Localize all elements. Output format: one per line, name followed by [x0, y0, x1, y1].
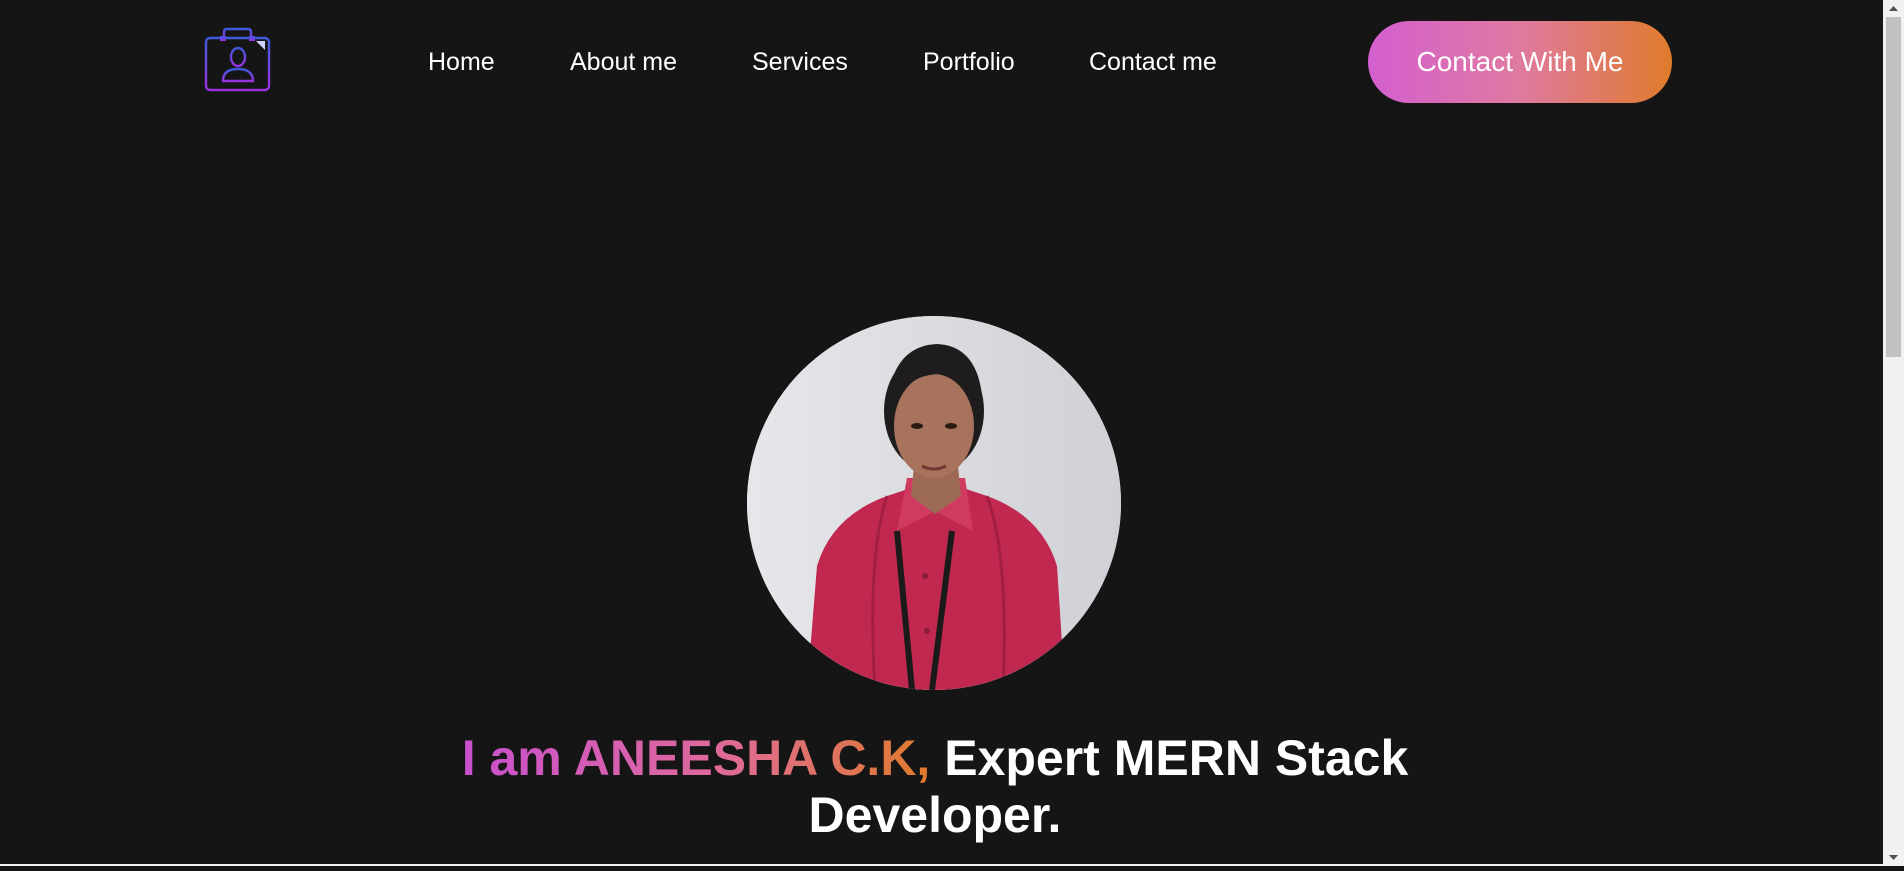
briefcase-person-icon — [204, 27, 271, 92]
scrollbar-thumb[interactable] — [1886, 17, 1901, 357]
nav-about-me[interactable]: About me — [570, 47, 677, 77]
scroll-up-arrow-icon[interactable] — [1883, 0, 1904, 17]
nav-home[interactable]: Home — [428, 47, 495, 77]
nav-contact-me[interactable]: Contact me — [1089, 47, 1217, 77]
page: Home About me Services Portfolio Contact… — [0, 0, 1883, 866]
hero-headline-name: I am ANEESHA C.K, — [461, 730, 931, 786]
contact-with-me-button[interactable]: Contact With Me — [1368, 21, 1672, 103]
vertical-scrollbar[interactable] — [1883, 0, 1904, 866]
hero-headline: I am ANEESHA C.K, Expert MERN Stack Deve… — [430, 730, 1440, 844]
profile-photo-illustration — [747, 316, 1121, 690]
scroll-down-arrow-icon[interactable] — [1883, 849, 1904, 866]
profile-photo — [747, 316, 1121, 690]
nav-portfolio[interactable]: Portfolio — [923, 47, 1015, 77]
logo[interactable] — [203, 27, 273, 93]
nav-services[interactable]: Services — [752, 47, 848, 77]
